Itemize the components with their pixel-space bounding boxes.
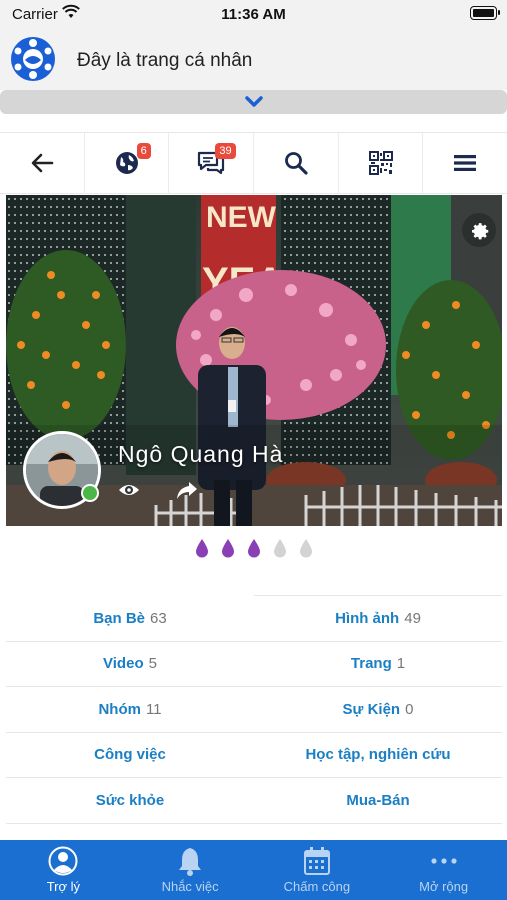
tab-label: Chấm công [283, 879, 351, 894]
search-icon [284, 152, 308, 175]
stat-events[interactable]: Sự Kiện 0 [254, 687, 502, 732]
tab-reminders[interactable]: Nhắc việc [127, 840, 254, 900]
link-work[interactable]: Công việc [6, 733, 254, 778]
drop-filled-icon [220, 538, 236, 563]
eye-icon[interactable] [118, 482, 140, 498]
notifications-button[interactable]: 6 [85, 133, 170, 193]
app-header: Đây là trang cá nhân [0, 28, 507, 90]
stat-photos[interactable]: Hình ảnh 49 [254, 596, 502, 641]
drop-empty-icon [272, 538, 288, 563]
tab-label: Nhắc việc [161, 879, 219, 894]
link-health[interactable]: Sức khỏe [6, 778, 254, 823]
search-button[interactable] [254, 133, 339, 193]
tab-timekeeping[interactable]: Chấm công [254, 840, 381, 900]
globe-icon [115, 152, 138, 174]
stats-row: Công việc Học tập, nghiên cứu [6, 733, 502, 778]
app-logo-icon[interactable] [10, 36, 56, 82]
drop-filled-icon [246, 538, 262, 563]
stat-friends[interactable]: Bạn Bè 63 [6, 596, 254, 641]
profile-name: Ngô Quang Hà [118, 441, 284, 467]
drops-rating [0, 538, 507, 563]
svg-text:NEW: NEW [206, 201, 277, 234]
stats-row: Video 5 Trang 1 [6, 642, 502, 687]
link-study-research[interactable]: Học tập, nghiên cứu [254, 733, 502, 778]
menu-icon [454, 155, 477, 171]
battery-icon [470, 6, 500, 20]
cover-photo[interactable]: NEW YEA [6, 195, 502, 526]
drop-filled-icon [194, 538, 210, 563]
status-bar: Carrier 11:36 AM [0, 0, 507, 28]
qr-code-icon [368, 151, 393, 175]
tab-assistant[interactable]: Trợ lý [0, 840, 127, 900]
collapse-toggle[interactable] [0, 90, 507, 114]
online-status-dot [81, 484, 99, 502]
messages-badge: 39 [215, 143, 236, 159]
link-buy-sell[interactable]: Mua-Bán [254, 778, 502, 823]
stats-row: Bạn Bè 63 Hình ảnh 49 [6, 596, 502, 642]
profile-stats: Bạn Bè 63 Hình ảnh 49 Video 5 Trang 1 Nhóm 11… [6, 595, 502, 824]
bell-icon [179, 848, 202, 876]
notifications-badge: 6 [136, 143, 151, 159]
calendar-icon [303, 847, 330, 875]
back-arrow-icon [31, 153, 54, 173]
bottom-tab-bar: Trợ lý Nhắc việc Chấm công Mở rộng [0, 840, 507, 900]
more-icon [431, 858, 457, 864]
stats-row: Sức khỏe Mua-Bán [6, 778, 502, 824]
stats-row: Nhóm 11 Sự Kiện 0 [6, 687, 502, 733]
qr-code-button[interactable] [339, 133, 424, 193]
user-icon [48, 846, 78, 876]
tab-label: Mở rộng [419, 879, 469, 894]
stat-pages[interactable]: Trang 1 [254, 642, 502, 687]
stat-video[interactable]: Video 5 [6, 642, 254, 687]
back-button[interactable] [0, 133, 85, 193]
tab-label: Trợ lý [46, 879, 81, 894]
share-icon[interactable] [176, 480, 198, 500]
page-title: Đây là trang cá nhân [77, 50, 253, 71]
drop-empty-icon [298, 538, 314, 563]
gear-icon [472, 223, 489, 240]
chevron-down-icon [245, 96, 263, 107]
top-toolbar: 6 39 [0, 132, 507, 194]
menu-button[interactable] [423, 133, 507, 193]
cover-settings-button[interactable] [462, 213, 496, 247]
stat-groups[interactable]: Nhóm 11 [6, 687, 254, 732]
clock: 11:36 AM [221, 6, 286, 23]
messages-button[interactable]: 39 [169, 133, 255, 193]
tab-more[interactable]: Mở rộng [380, 840, 507, 900]
